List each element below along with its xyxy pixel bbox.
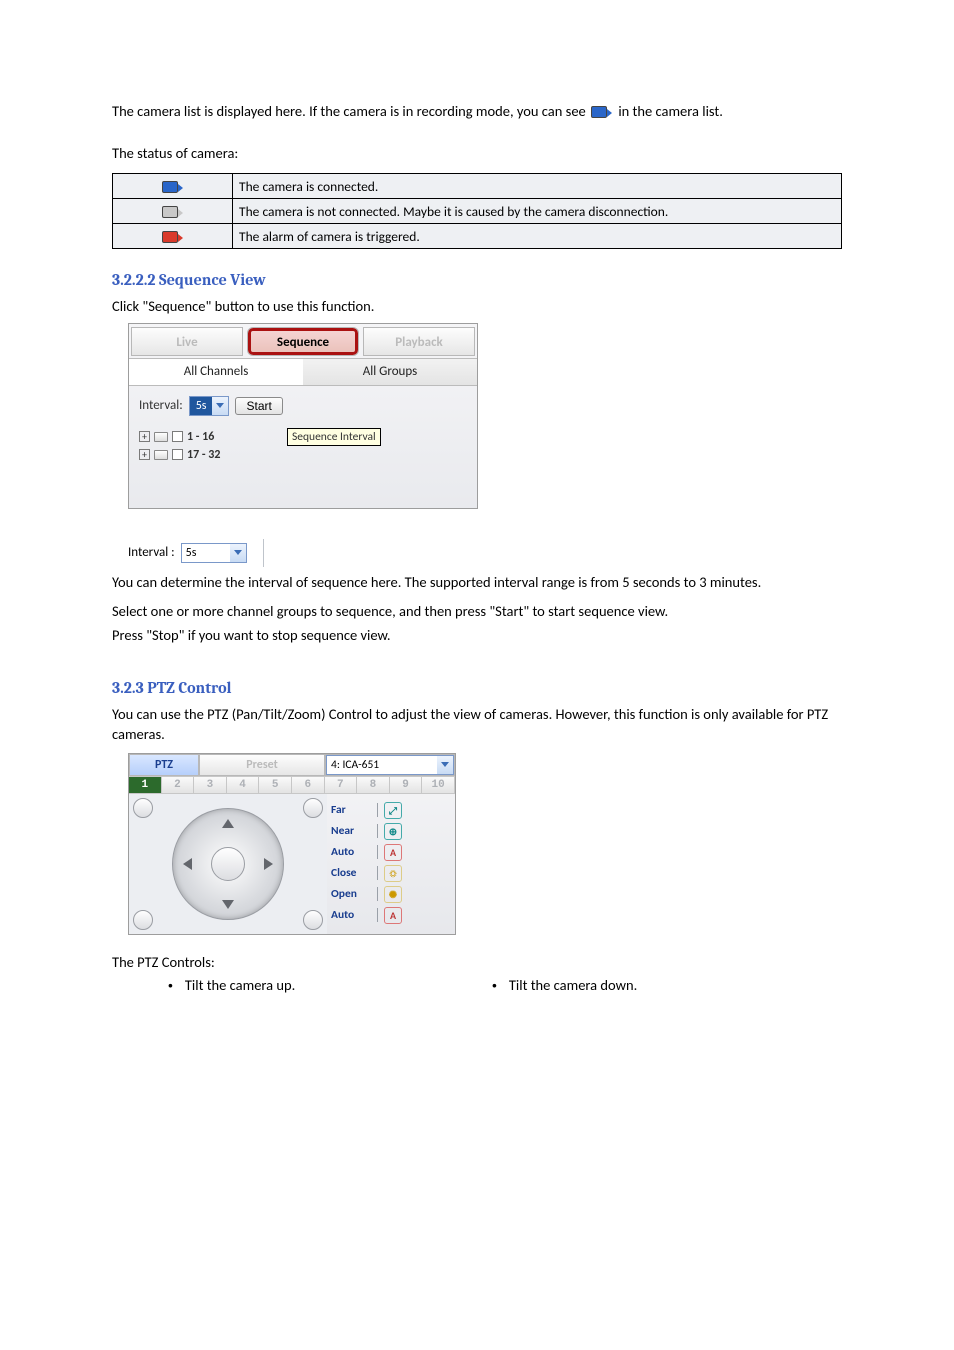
ptz-controls-lead: The PTZ Controls: — [112, 953, 842, 973]
ptz-iris-auto-label: Auto — [331, 908, 371, 922]
focus-near-icon[interactable]: ⊕ — [384, 823, 402, 840]
ptz-speed-4[interactable]: 4 — [227, 777, 260, 793]
tab-preset[interactable]: Preset — [199, 754, 325, 776]
bullet-tilt-down: Tilt the camera down. — [492, 976, 637, 994]
ptz-panel: PTZ Preset 4: ICA-651 1 2 3 4 5 6 7 8 9 … — [128, 753, 456, 935]
tab-live[interactable]: Live — [131, 327, 243, 356]
ptz-speed-2[interactable]: 2 — [162, 777, 195, 793]
folder-icon — [154, 432, 168, 442]
ptz-corner-tl[interactable] — [133, 798, 153, 818]
chevron-down-icon[interactable] — [212, 397, 228, 415]
tree-checkbox[interactable] — [172, 431, 183, 442]
camera-connected-icon — [162, 181, 184, 193]
interval-inline: Interval : 5s — [128, 539, 264, 567]
status-desc: The alarm of camera is triggered. — [233, 224, 842, 249]
tab-playback[interactable]: Playback — [363, 327, 475, 356]
ptz-focus-auto-label: Auto — [331, 845, 371, 859]
ptz-corner-br[interactable] — [303, 910, 323, 930]
sequence-interval-tooltip: Sequence Interval — [287, 428, 381, 446]
camera-alarm-icon — [162, 231, 184, 243]
ptz-corner-bl[interactable] — [133, 910, 153, 930]
interval-dropdown[interactable]: 5s — [189, 396, 230, 416]
ptz-speed-8[interactable]: 8 — [357, 777, 390, 793]
ptz-iris-close-label: Close — [331, 866, 371, 880]
ptz-speed-6[interactable]: 6 — [292, 777, 325, 793]
ptz-speed-bar: 1 2 3 4 5 6 7 8 9 10 — [129, 776, 455, 794]
interval-inline-label: Interval : — [128, 545, 175, 560]
camera-disconnected-icon — [162, 206, 184, 218]
ptz-direction-pad — [129, 794, 327, 934]
ptz-down-button[interactable] — [222, 900, 234, 909]
subtab-all-channels[interactable]: All Channels — [129, 358, 303, 386]
ptz-focus-iris-controls: Far ⤢ Near ⊕ Auto A Close ☼ Open ✺ Auto A — [327, 794, 455, 934]
chevron-down-icon[interactable] — [437, 756, 453, 774]
status-desc: The camera is not connected. Maybe it is… — [233, 199, 842, 224]
tab-sequence[interactable]: Sequence — [247, 327, 359, 356]
tab-ptz[interactable]: PTZ — [129, 754, 199, 776]
ptz-speed-7[interactable]: 7 — [325, 777, 358, 793]
ptz-home-button[interactable] — [211, 847, 245, 881]
status-row: The camera is not connected. Maybe it is… — [113, 199, 842, 224]
iris-open-icon[interactable]: ✺ — [384, 886, 402, 903]
iris-auto-icon[interactable]: A — [384, 907, 402, 924]
bullet-tilt-up: Tilt the camera up. — [168, 976, 295, 994]
tree-label: 1 - 16 — [187, 430, 214, 444]
ptz-heading: 3.2.3 PTZ Control — [112, 679, 842, 697]
interval-inline-dropdown[interactable]: 5s — [181, 543, 247, 563]
ptz-speed-1[interactable]: 1 — [129, 777, 162, 793]
status-row: The camera is connected. — [113, 174, 842, 199]
ptz-speed-3[interactable]: 3 — [194, 777, 227, 793]
ptz-focus-far-label: Far — [331, 803, 371, 817]
ptz-speed-9[interactable]: 9 — [390, 777, 423, 793]
ptz-control-bullet-row: Tilt the camera down. — [492, 976, 842, 994]
sequence-paragraph: Click "Sequence" button to use this func… — [112, 297, 842, 317]
tree-expand-icon[interactable]: + — [139, 431, 150, 442]
status-row: The alarm of camera is triggered. — [113, 224, 842, 249]
ptz-left-button[interactable] — [183, 858, 192, 870]
ptz-speed-10[interactable]: 10 — [422, 777, 455, 793]
tree-expand-icon[interactable]: + — [139, 449, 150, 460]
ptz-up-button[interactable] — [222, 819, 234, 828]
interval-label: Interval: — [139, 398, 183, 413]
interval-text-a: You can determine the interval of sequen… — [112, 573, 842, 593]
iris-close-icon[interactable]: ☼ — [384, 865, 402, 882]
interval-text-c: Press "Stop" if you want to stop sequenc… — [112, 626, 842, 646]
separator — [263, 539, 264, 567]
ptz-speed-5[interactable]: 5 — [259, 777, 292, 793]
folder-icon — [154, 450, 168, 460]
camera-recording-icon — [591, 106, 613, 118]
intro-paragraph: The camera list is displayed here. If th… — [112, 102, 842, 122]
sequence-panel: Live Sequence Playback All Channels All … — [128, 323, 478, 509]
interval-value: 5s — [190, 397, 213, 415]
start-button[interactable]: Start — [235, 397, 282, 415]
ptz-device-value: 4: ICA-651 — [327, 755, 437, 775]
ptz-iris-open-label: Open — [331, 887, 371, 901]
interval-text-b: Select one or more channel groups to seq… — [112, 602, 842, 622]
sequence-heading: 3.2.2.2 Sequence View — [112, 271, 842, 289]
chevron-down-icon[interactable] — [230, 544, 246, 562]
ptz-right-button[interactable] — [264, 858, 273, 870]
interval-inline-value: 5s — [182, 544, 230, 562]
ptz-paragraph: You can use the PTZ (Pan/Tilt/Zoom) Cont… — [112, 705, 842, 744]
ptz-wheel — [172, 808, 284, 920]
ptz-device-dropdown[interactable]: 4: ICA-651 — [325, 754, 455, 776]
subtab-all-groups[interactable]: All Groups — [303, 358, 477, 386]
status-desc: The camera is connected. — [233, 174, 842, 199]
ptz-corner-tr[interactable] — [303, 798, 323, 818]
status-lead: The status of camera: — [112, 144, 842, 164]
focus-far-icon[interactable]: ⤢ — [384, 802, 402, 819]
ptz-focus-near-label: Near — [331, 824, 371, 838]
camera-status-table: The camera is connected. The camera is n… — [112, 173, 842, 249]
tree-label: 17 - 32 — [187, 448, 220, 462]
focus-auto-icon[interactable]: A — [384, 844, 402, 861]
tree-node[interactable]: + 17 - 32 — [139, 446, 467, 464]
tree-checkbox[interactable] — [172, 449, 183, 460]
